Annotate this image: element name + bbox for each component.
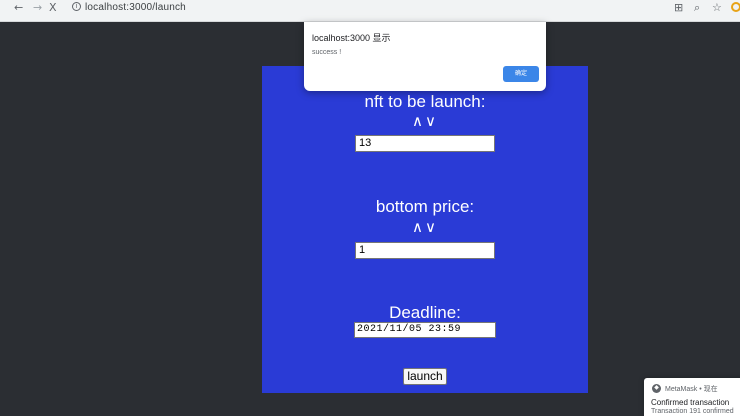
bottom-price-decrement-button[interactable]: ∨ (425, 218, 438, 236)
bottom-price-heading: bottom price: (375, 197, 475, 216)
back-arrow-icon[interactable]: ← (14, 1, 23, 14)
nft-count-increment-button[interactable]: ∧ (412, 112, 425, 130)
translate-icon[interactable]: ⊞ (674, 1, 683, 14)
nft-count-stepper: ∧∨ (262, 113, 588, 129)
notification-body: Transaction 191 confirmed (651, 408, 734, 415)
metamask-notification[interactable]: ◆ MetaMask • 现在 Confirmed transaction Tr… (644, 378, 740, 416)
dialog-title: localhost:3000 显示 (312, 33, 391, 43)
launch-button[interactable]: launch (403, 368, 447, 385)
zoom-icon[interactable]: ⌕ (694, 1, 700, 15)
dialog-ok-button[interactable]: 确定 (503, 66, 539, 82)
extension-icon[interactable] (731, 2, 740, 12)
notification-source: MetaMask • 现在 (665, 386, 718, 393)
notification-title: Confirmed transaction (651, 398, 730, 407)
browser-toolbar: ← → X i localhost:3000/launch ⊞ ⌕ ☆ (0, 0, 740, 22)
stop-reload-icon[interactable]: X (49, 1, 57, 14)
bottom-price-increment-button[interactable]: ∧ (412, 218, 425, 236)
address-bar[interactable]: localhost:3000/launch (85, 2, 186, 13)
star-icon[interactable]: ☆ (712, 1, 722, 14)
site-info-icon[interactable]: i (72, 2, 81, 11)
bottom-price-input[interactable]: 1 (355, 242, 495, 259)
alert-dialog: localhost:3000 显示 success ! 确定 (304, 22, 546, 91)
nft-count-input[interactable]: 13 (355, 135, 495, 152)
forward-arrow-icon[interactable]: → (33, 1, 42, 14)
dialog-message: success ! (312, 49, 342, 56)
deadline-heading: Deadline: (389, 303, 461, 322)
nft-count-heading: nft to be launch: (364, 92, 486, 111)
metamask-fox-icon: ◆ (652, 384, 661, 393)
deadline-datetime-input[interactable]: 2021/11/05 23:59 (354, 322, 496, 338)
bottom-price-stepper: ∧∨ (262, 219, 588, 235)
launch-panel: nft to be launch: ∧∨ 13 bottom price: ∧∨… (262, 66, 588, 393)
nft-count-decrement-button[interactable]: ∨ (425, 112, 438, 130)
